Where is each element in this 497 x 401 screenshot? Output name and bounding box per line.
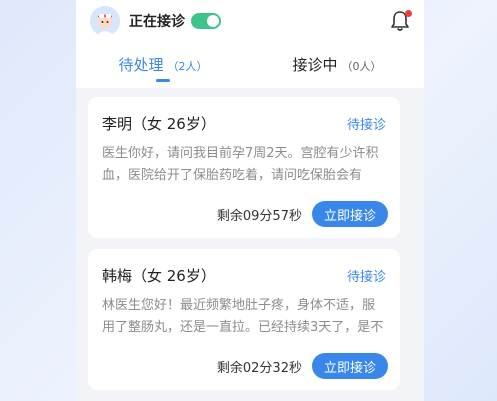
countdown-timer: 剩余02分32秒 bbox=[216, 360, 302, 376]
app-screen: 正在接诊 待处理 （2人） 接诊中 （0人） 李明（女 26岁） 待接诊 医生你… bbox=[76, 0, 424, 401]
tab-in-consultation-count: （0人） bbox=[341, 60, 382, 73]
notification-badge bbox=[405, 10, 412, 17]
tab-in-consultation[interactable]: 接诊中 （0人） bbox=[250, 50, 424, 88]
card-header: 李明（女 26岁） 待接诊 bbox=[102, 113, 386, 134]
doctor-avatar-icon bbox=[90, 6, 120, 36]
patient-message: 林医生您好！最近频繁地肚子疼，身体不适，服用了整肠丸，还是一直拉。已经持续3天了… bbox=[102, 298, 384, 335]
notification-button[interactable] bbox=[388, 9, 412, 33]
tab-pending-count: （2人） bbox=[167, 60, 208, 73]
tab-bar: 待处理 （2人） 接诊中 （0人） bbox=[76, 50, 424, 88]
consultation-card[interactable]: 韩梅（女 26岁） 待接诊 林医生您好！最近频繁地肚子疼，身体不适，服用了整肠丸… bbox=[88, 249, 400, 390]
status-label: 正在接诊 bbox=[129, 14, 185, 30]
tab-active-indicator bbox=[156, 79, 170, 82]
status-bar: 正在接诊 bbox=[90, 6, 412, 36]
status-badge: 待接诊 bbox=[346, 270, 386, 285]
tab-pending[interactable]: 待处理 （2人） bbox=[76, 50, 250, 88]
tab-in-consultation-label: 接诊中 bbox=[292, 56, 338, 74]
tab-pending-label: 待处理 bbox=[118, 56, 164, 74]
patient-message: 医生你好，请问我目前孕7周2天。宫腔有少许积血，医院给开了保胎药吃着，请问吃保胎… bbox=[102, 146, 379, 183]
patient-info: 韩梅（女 26岁） bbox=[102, 267, 216, 285]
consultation-card[interactable]: 李明（女 26岁） 待接诊 医生你好，请问我目前孕7周2天。宫腔有少许积血，医院… bbox=[88, 97, 400, 238]
accept-consultation-button[interactable]: 立即接诊 bbox=[311, 201, 388, 227]
top-panel: 正在接诊 待处理 （2人） 接诊中 （0人） bbox=[76, 0, 424, 88]
toggle-knob bbox=[207, 15, 219, 27]
accept-consultation-button[interactable]: 立即接诊 bbox=[311, 353, 388, 379]
patient-info: 李明（女 26岁） bbox=[102, 115, 216, 133]
status-badge: 待接诊 bbox=[346, 118, 386, 133]
countdown-timer: 剩余09分57秒 bbox=[216, 208, 302, 224]
card-footer: 剩余09分57秒 立即接诊 bbox=[217, 201, 388, 227]
doctor-avatar[interactable] bbox=[90, 6, 120, 36]
card-footer: 剩余02分32秒 立即接诊 bbox=[217, 353, 388, 379]
availability-toggle[interactable] bbox=[191, 13, 221, 29]
card-header: 韩梅（女 26岁） 待接诊 bbox=[102, 265, 386, 286]
